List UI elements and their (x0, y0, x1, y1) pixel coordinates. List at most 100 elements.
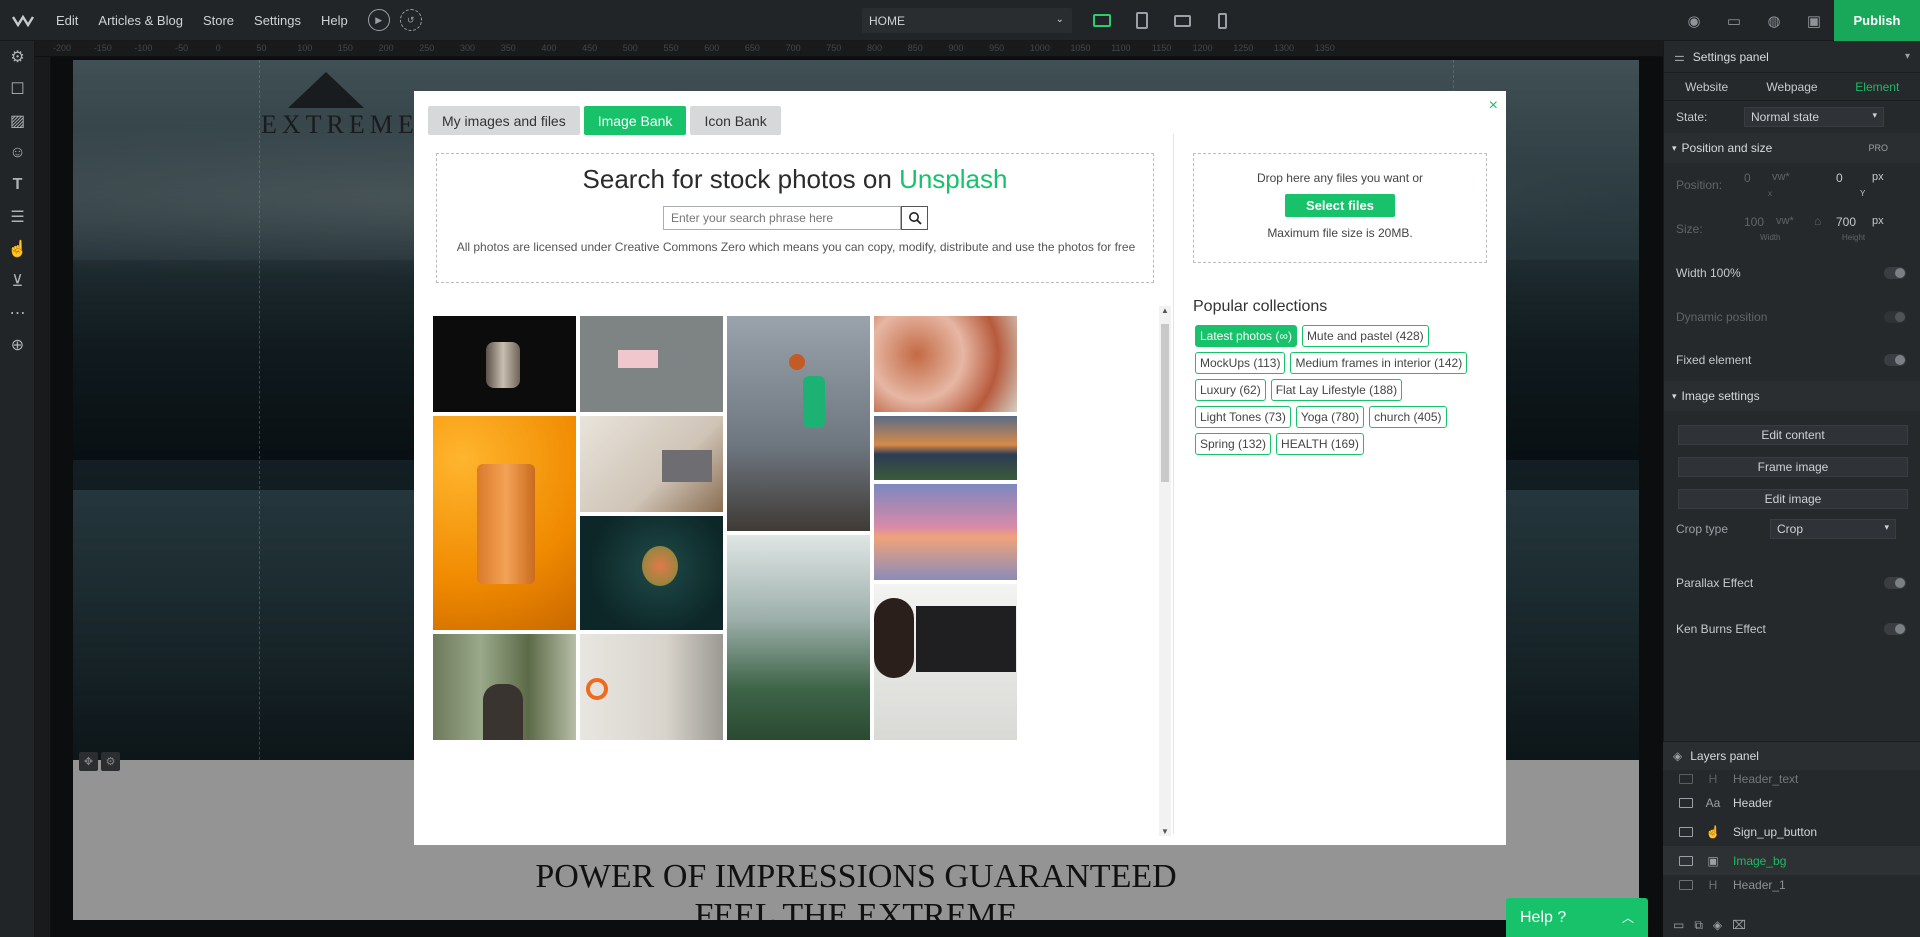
desktop-view-icon[interactable] (1082, 8, 1122, 33)
menu-articles-blog[interactable]: Articles & Blog (88, 13, 193, 28)
frame-image-button[interactable]: Frame image (1678, 457, 1908, 477)
globe-icon[interactable]: ◍ (1754, 0, 1794, 41)
collection-chip[interactable]: MockUps (113) (1195, 352, 1286, 374)
image-settings-section[interactable]: ▾ Image settings (1664, 381, 1920, 411)
basketball-dunk-photo[interactable] (727, 316, 870, 531)
text-icon[interactable]: T (0, 169, 35, 201)
add-circle-icon[interactable]: ⊕ (0, 329, 35, 361)
eye-icon[interactable]: ◉ (1674, 0, 1714, 41)
scroll-up-icon[interactable]: ▲ (1159, 306, 1171, 315)
menu-lines-icon[interactable]: ☰ (0, 201, 35, 233)
layer-item-selected[interactable]: ▣ Image_bg (1663, 846, 1920, 875)
menu-settings[interactable]: Settings (244, 13, 311, 28)
history-icon[interactable]: ↺ (399, 9, 422, 31)
preview-play-icon[interactable]: ▶ (367, 9, 390, 31)
collection-chip[interactable]: Spring (132) (1195, 433, 1272, 455)
file-drop-zone[interactable]: Drop here any files you want or Select f… (1193, 153, 1487, 263)
unsplash-link[interactable]: Unsplash (899, 164, 1007, 194)
select-files-button[interactable]: Select files (1285, 194, 1395, 217)
help-button[interactable]: Help ? ︿ (1506, 898, 1648, 937)
app-logo-icon[interactable] (0, 0, 46, 41)
coins-photo[interactable] (433, 316, 576, 412)
menu-edit[interactable]: Edit (46, 13, 88, 28)
menu-store[interactable]: Store (193, 13, 244, 28)
graffiti-wall-photo[interactable] (580, 634, 723, 740)
size-height-value[interactable]: 700 (1836, 215, 1856, 229)
mountain-lake-photo[interactable] (874, 416, 1017, 480)
position-x-value[interactable]: 0 (1744, 171, 1751, 185)
gear-icon[interactable]: ⚙ (0, 41, 35, 73)
hand-pointer-icon[interactable]: ☝ (0, 233, 35, 265)
collection-chip[interactable]: Luxury (62) (1195, 379, 1266, 401)
size-width-unit[interactable]: vw* (1776, 215, 1794, 227)
collapse-icon[interactable]: ▾ (1905, 51, 1910, 62)
position-y-value[interactable]: 0 (1836, 171, 1843, 185)
position-x-unit[interactable]: vw* (1772, 171, 1790, 183)
food-table-photo[interactable] (874, 316, 1017, 412)
tab-my-images[interactable]: My images and files (428, 106, 580, 135)
box-icon[interactable]: ☐ (0, 73, 35, 105)
forest-man-photo[interactable] (433, 634, 576, 740)
search-input[interactable] (663, 206, 901, 230)
layer-item[interactable]: H Header_1 (1663, 875, 1920, 895)
publish-button[interactable]: Publish (1834, 0, 1920, 41)
photo-grid-scrollbar[interactable]: ▲ ▼ (1159, 306, 1171, 836)
computer-desk-photo[interactable] (874, 584, 1017, 740)
stack-icon[interactable]: ⧉ (1694, 918, 1703, 933)
mobile-view-icon[interactable] (1202, 8, 1242, 33)
edit-content-button[interactable]: Edit content (1678, 425, 1908, 445)
folder-icon[interactable]: ▭ (1673, 918, 1684, 932)
sunset-sea-photo[interactable] (874, 484, 1017, 580)
layers-panel-header[interactable]: ◈ Layers panel (1663, 742, 1920, 770)
collection-chip[interactable]: Light Tones (73) (1195, 406, 1291, 428)
collection-chip[interactable]: Yoga (780) (1295, 406, 1365, 428)
flower-bud-photo[interactable] (580, 516, 723, 630)
collection-chip[interactable]: HEALTH (169) (1276, 433, 1364, 455)
edit-image-button[interactable]: Edit image (1678, 489, 1908, 509)
ken-burns-toggle[interactable] (1884, 623, 1906, 635)
laptop-people-photo[interactable] (580, 416, 723, 512)
save-icon[interactable]: ▣ (1794, 0, 1834, 41)
more-icon[interactable]: ⋯ (0, 297, 35, 329)
trash-icon[interactable]: ⌧ (1732, 918, 1746, 932)
tab-element[interactable]: Element (1835, 80, 1920, 94)
size-width-value[interactable]: 100 (1744, 215, 1764, 229)
dynamic-position-toggle[interactable] (1884, 311, 1906, 323)
smiley-icon[interactable]: ☺ (0, 137, 35, 169)
crop-type-select[interactable]: Crop ▾ (1770, 519, 1896, 539)
tab-website[interactable]: Website (1664, 80, 1749, 94)
tab-image-bank[interactable]: Image Bank (583, 106, 687, 135)
cart-icon[interactable]: ⊻ (0, 265, 35, 297)
layer-item[interactable]: Aa Header (1663, 788, 1920, 817)
position-y-unit[interactable]: px (1872, 171, 1884, 183)
lock-icon[interactable]: ⌂ (1814, 214, 1821, 228)
collection-chip[interactable]: Latest photos (∞) (1195, 325, 1297, 347)
beer-can-oranges-photo[interactable] (433, 416, 576, 630)
settings-panel-header[interactable]: ⚌ Settings panel ▾ (1664, 41, 1920, 73)
parallax-toggle[interactable] (1884, 577, 1906, 589)
tablet-landscape-view-icon[interactable] (1162, 8, 1202, 33)
comment-icon[interactable]: ▭ (1714, 0, 1754, 41)
menu-help[interactable]: Help (311, 13, 358, 28)
size-height-unit[interactable]: px (1872, 215, 1884, 227)
paper-on-wall-photo[interactable] (580, 316, 723, 412)
layer-item[interactable]: ☝ Sign_up_button (1663, 817, 1920, 846)
collection-chip[interactable]: Medium frames in interior (142) (1290, 352, 1468, 374)
collection-chip[interactable]: Flat Lay Lifestyle (188) (1270, 379, 1403, 401)
tab-icon-bank[interactable]: Icon Bank (690, 106, 781, 135)
tablet-view-icon[interactable] (1122, 8, 1162, 33)
page-select[interactable]: HOME ⌄ (862, 8, 1072, 33)
fixed-element-toggle[interactable] (1884, 354, 1906, 366)
search-button[interactable] (901, 206, 928, 230)
close-icon[interactable]: × (1489, 97, 1498, 115)
layer-item[interactable]: H Header_text (1663, 770, 1920, 788)
collection-chip[interactable]: church (405) (1369, 406, 1447, 428)
greenhouse-photo[interactable] (727, 535, 870, 740)
width100-toggle[interactable] (1884, 267, 1906, 279)
scrollbar-thumb[interactable] (1161, 324, 1169, 482)
layers-small-icon[interactable]: ◈ (1713, 918, 1722, 932)
image-icon[interactable]: ▨ (0, 105, 35, 137)
position-size-section[interactable]: ▾ Position and size PRO (1664, 133, 1920, 163)
tab-webpage[interactable]: Webpage (1749, 80, 1834, 94)
scroll-down-icon[interactable]: ▼ (1159, 827, 1171, 836)
